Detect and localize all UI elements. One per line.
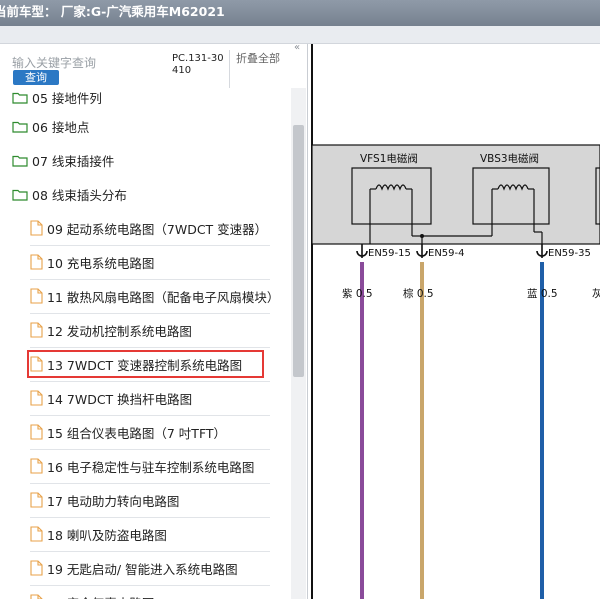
tree-item[interactable]: 10 充电系统电路图 [30,245,270,280]
tree-item-label: 16 电子稳定性与驻车控制系统电路图 [47,459,255,475]
folder-icon [12,91,28,104]
catalog-tree: 05 接地件列 06 接地点 07 线束插接件 08 线束插头分布 09 起动系统电路… [0,88,290,599]
tree-item-label: 11 散热风扇电路图（配备电子风扇模块） [47,289,280,305]
selected-item-highlight [27,350,264,378]
document-icon [30,322,43,338]
tree-item-label: 15 组合仪表电路图（7 吋TFT） [47,425,227,441]
tree-item[interactable]: 20 安全气囊电路图 [30,585,270,599]
document-icon [30,424,43,440]
tree-item[interactable]: 08 线束插头分布 [12,177,127,211]
tree-item-label: 10 充电系统电路图 [47,255,155,271]
folder-icon [12,188,28,201]
header-divider [229,50,230,88]
tree-item[interactable]: 11 散热风扇电路图（配备电子风扇模块） [30,279,279,314]
pin-label-en59-15: EN59-15 [368,248,411,259]
tree-scrollbar-thumb[interactable] [293,125,304,377]
tree-item[interactable]: 18 喇叭及防盗电路图 [30,517,270,552]
tree-item[interactable]: 06 接地点 [12,109,89,143]
document-icon [30,288,43,304]
tree-item[interactable]: 17 电动助力转向电路图 [30,483,270,518]
tree-item-label: 18 喇叭及防盗电路图 [47,527,167,543]
query-button[interactable]: 查询 [13,70,59,85]
tree-item-label: 19 无匙启动/ 智能进入系统电路图 [47,561,238,577]
connector-band [311,144,600,245]
tree-item[interactable]: 07 线束插接件 [12,143,114,177]
vbs3-solenoid-label: VBS3电磁阀 [480,152,539,165]
collapse-panel-icon[interactable]: « [294,42,300,53]
document-icon [30,526,43,542]
diagram-viewer: VFS1电磁阀 VBS3电磁阀 EN59-15 EN59-4 EN59-35 紫… [308,44,600,599]
document-icon [30,492,43,508]
tree-item-label: 14 7WDCT 换挡杆电路图 [47,391,193,407]
document-icon [30,594,43,599]
tree-item-label: 07 线束插接件 [32,153,115,169]
tree-item-label: 12 发动机控制系统电路图 [47,323,192,339]
vfs1-solenoid-label: VFS1电磁阀 [360,152,418,165]
tree-item-label: 08 线束插头分布 [32,187,127,203]
tree-item[interactable]: 19 无匙启动/ 智能进入系统电路图 [30,551,270,586]
pin-label-en59-35: EN59-35 [548,248,591,259]
tree-item[interactable]: 15 组合仪表电路图（7 吋TFT） [30,415,270,450]
tree-item[interactable]: 14 7WDCT 换挡杆电路图 [30,381,270,416]
collapse-all-button[interactable]: 折叠全部 [236,53,280,65]
folder-icon [12,120,28,133]
wire-label-brown: 棕 0.5 [403,287,434,300]
wire-label-blue: 蓝 0.5 [527,288,558,300]
document-icon [30,458,43,474]
tree-item[interactable]: 16 电子稳定性与驻车控制系统电路图 [30,449,270,484]
tree-item-label: 20 安全气囊电路图 [47,593,154,599]
document-code: PC.131-30410 [172,53,224,76]
pin-label-en59-4: EN59-4 [428,248,465,259]
tree-item[interactable]: 12 发动机控制系统电路图 [30,313,270,348]
tree-item[interactable]: 09 起动系统电路图（7WDCT 变速器） [30,211,270,246]
tree-item-label: 06 接地点 [32,119,90,135]
window-title-bar: 当前车型： 厂家:G-广汽乘用车M62021 [0,0,600,26]
folder-icon [12,154,28,167]
document-icon [30,560,43,576]
window-title: 当前车型： 厂家:G-广汽乘用车M62021 [0,4,225,19]
wire-label-purple: 紫 0.5 [342,288,373,300]
document-icon [30,390,43,406]
tree-item-label: 05 接地件列 [32,90,102,106]
document-icon [30,220,43,236]
circuit-diagram: VFS1电磁阀 VBS3电磁阀 EN59-15 EN59-4 EN59-35 紫… [311,44,600,599]
junction-dot [420,234,424,238]
tree-item-label: 09 起动系统电路图（7WDCT 变速器） [47,221,268,237]
wire-label-gray: 灰 [592,287,600,300]
document-icon [30,254,43,270]
tree-item-label: 17 电动助力转向电路图 [47,493,180,509]
search-input[interactable] [12,56,162,70]
